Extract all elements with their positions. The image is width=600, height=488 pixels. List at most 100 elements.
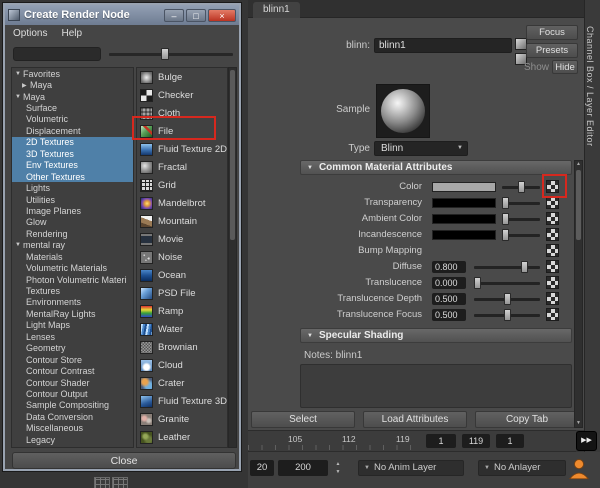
node-item-psd-file[interactable]: PSD File: [137, 284, 227, 302]
tree-item-volumetric[interactable]: Volumetric: [12, 114, 133, 125]
material-type-dropdown[interactable]: Blinn ▼: [374, 141, 468, 156]
node-item-fluid-texture-3d[interactable]: Fluid Texture 3D: [137, 392, 227, 410]
filter-field[interactable]: [13, 47, 101, 61]
expand-arrow-icon[interactable]: ▶: [22, 82, 30, 89]
tree-item-photon-volumetric-materi[interactable]: Photon Volumetric Materi: [12, 274, 133, 285]
incandescence-color-swatch[interactable]: [432, 230, 496, 240]
node-item-crater[interactable]: Crater: [137, 374, 227, 392]
tree-item-legacy[interactable]: Legacy: [12, 434, 133, 445]
ambient-color-color-swatch[interactable]: [432, 214, 496, 224]
node-item-grid[interactable]: Grid: [137, 176, 227, 194]
node-list-scrollbar[interactable]: [228, 67, 237, 448]
slider-handle[interactable]: [161, 48, 169, 60]
node-item-cloud[interactable]: Cloud: [137, 356, 227, 374]
color-color-swatch[interactable]: [432, 182, 496, 192]
tree-item-contour-store[interactable]: Contour Store: [12, 354, 133, 365]
node-item-mountain[interactable]: Mountain: [137, 212, 227, 230]
tree-item-3d-textures[interactable]: 3D Textures: [12, 148, 133, 159]
tree-item-glow[interactable]: Glow: [12, 217, 133, 228]
transparency-color-swatch[interactable]: [432, 198, 496, 208]
window-titlebar[interactable]: Create Render Node – □ ×: [5, 5, 239, 25]
load-attributes-button[interactable]: Load Attributes: [363, 411, 467, 428]
diffuse-value-field[interactable]: 0.800: [432, 261, 466, 273]
tree-item-textures[interactable]: Textures: [12, 285, 133, 296]
node-item-file[interactable]: File: [137, 122, 227, 140]
tree-item-surface[interactable]: Surface: [12, 102, 133, 113]
node-item-bulge[interactable]: Bulge: [137, 68, 227, 86]
tree-item-maya[interactable]: ▼Maya: [12, 91, 133, 102]
slider-handle[interactable]: [502, 197, 509, 209]
tree-item-displacement[interactable]: Displacement: [12, 125, 133, 136]
range-stepper[interactable]: ▲▼: [332, 460, 344, 476]
layer-dropdown[interactable]: ▼ No Anlayer: [478, 460, 566, 476]
select-button[interactable]: Select: [251, 411, 355, 428]
slider-handle[interactable]: [504, 309, 511, 321]
translucence-texture-map-button[interactable]: [546, 276, 559, 289]
collapse-arrow-icon[interactable]: ▼: [15, 94, 23, 100]
anim-layer-dropdown[interactable]: ▼ No Anim Layer: [358, 460, 464, 476]
translucence-depth-texture-map-button[interactable]: [546, 292, 559, 305]
go-to-end-button[interactable]: ▶▶: [576, 431, 597, 451]
close-window-button[interactable]: ×: [208, 9, 236, 22]
tree-item-miscellaneous[interactable]: Miscellaneous: [12, 423, 133, 434]
tree-item-mentalray-lights[interactable]: MentalRay Lights: [12, 308, 133, 319]
transparency-slider[interactable]: [502, 197, 540, 209]
collapse-arrow-icon[interactable]: ▼: [15, 71, 23, 77]
close-button[interactable]: Close: [12, 452, 236, 469]
scroll-down-icon[interactable]: ▼: [575, 420, 582, 427]
bump-mapping-texture-map-button[interactable]: [546, 244, 559, 257]
tree-item-sample-compositing[interactable]: Sample Compositing: [12, 400, 133, 411]
current-frame-field[interactable]: 1: [426, 434, 456, 448]
tree-item-other-textures[interactable]: Other Textures: [12, 171, 133, 182]
tree-item-rendering[interactable]: Rendering: [12, 228, 133, 239]
toolbar-icon[interactable]: [112, 477, 128, 488]
tree-item-maya[interactable]: ▶Maya: [12, 79, 133, 90]
node-name-input[interactable]: blinn1: [374, 38, 512, 53]
copy-tab-button[interactable]: Copy Tab: [475, 411, 579, 428]
incandescence-slider[interactable]: [502, 229, 540, 241]
node-item-cloth[interactable]: Cloth: [137, 104, 227, 122]
scroll-up-icon[interactable]: ▲: [575, 161, 582, 168]
translucence-depth-value-field[interactable]: 0.500: [432, 293, 466, 305]
node-item-ramp[interactable]: Ramp: [137, 302, 227, 320]
toolbar-icon[interactable]: [94, 477, 110, 488]
menu-options[interactable]: Options: [13, 28, 47, 39]
tree-item-contour-output[interactable]: Contour Output: [12, 388, 133, 399]
tree-item-contour-contrast[interactable]: Contour Contrast: [12, 365, 133, 376]
translucence-focus-texture-map-button[interactable]: [546, 308, 559, 321]
diffuse-texture-map-button[interactable]: [546, 260, 559, 273]
frame-field[interactable]: 119: [462, 434, 490, 448]
translucence-slider[interactable]: [474, 277, 540, 289]
node-item-granite[interactable]: Granite: [137, 410, 227, 428]
tree-item-favorites[interactable]: ▼Favorites: [12, 68, 133, 79]
tree-item-lights[interactable]: Lights: [12, 182, 133, 193]
tree-item-geometry[interactable]: Geometry: [12, 343, 133, 354]
maximize-button[interactable]: □: [186, 9, 206, 22]
node-item-water[interactable]: Water: [137, 320, 227, 338]
node-item-noise[interactable]: Noise: [137, 248, 227, 266]
slider-handle[interactable]: [502, 213, 509, 225]
time-slider[interactable]: 105 112 119 1 119 1: [248, 430, 576, 452]
slider-handle[interactable]: [521, 261, 528, 273]
tree-item-volumetric-materials[interactable]: Volumetric Materials: [12, 262, 133, 273]
slider-handle[interactable]: [518, 181, 525, 193]
channel-box-layer-editor-tab[interactable]: Channel Box / Layer Editor: [584, 0, 600, 452]
node-item-mandelbrot[interactable]: Mandelbrot: [137, 194, 227, 212]
node-item-leather[interactable]: Leather: [137, 428, 227, 446]
node-item-movie[interactable]: Movie: [137, 230, 227, 248]
scrollbar-thumb[interactable]: [576, 170, 581, 240]
transparency-texture-map-button[interactable]: [546, 196, 559, 209]
icon-size-slider[interactable]: [109, 47, 233, 61]
tree-item-lenses[interactable]: Lenses: [12, 331, 133, 342]
range-start-field[interactable]: 20: [250, 460, 274, 476]
tree-item-mental-ray[interactable]: ▼mental ray: [12, 240, 133, 251]
translucence-focus-value-field[interactable]: 0.500: [432, 309, 466, 321]
slider-handle[interactable]: [504, 293, 511, 305]
section-common-material-attributes[interactable]: ▼ Common Material Attributes: [300, 160, 572, 175]
ambient-color-slider[interactable]: [502, 213, 540, 225]
section-specular-shading[interactable]: ▼ Specular Shading: [300, 328, 572, 343]
node-item-ocean[interactable]: Ocean: [137, 266, 227, 284]
minimize-button[interactable]: –: [164, 9, 184, 22]
translucence-value-field[interactable]: 0.000: [432, 277, 466, 289]
range-end-field[interactable]: 200: [278, 460, 328, 476]
